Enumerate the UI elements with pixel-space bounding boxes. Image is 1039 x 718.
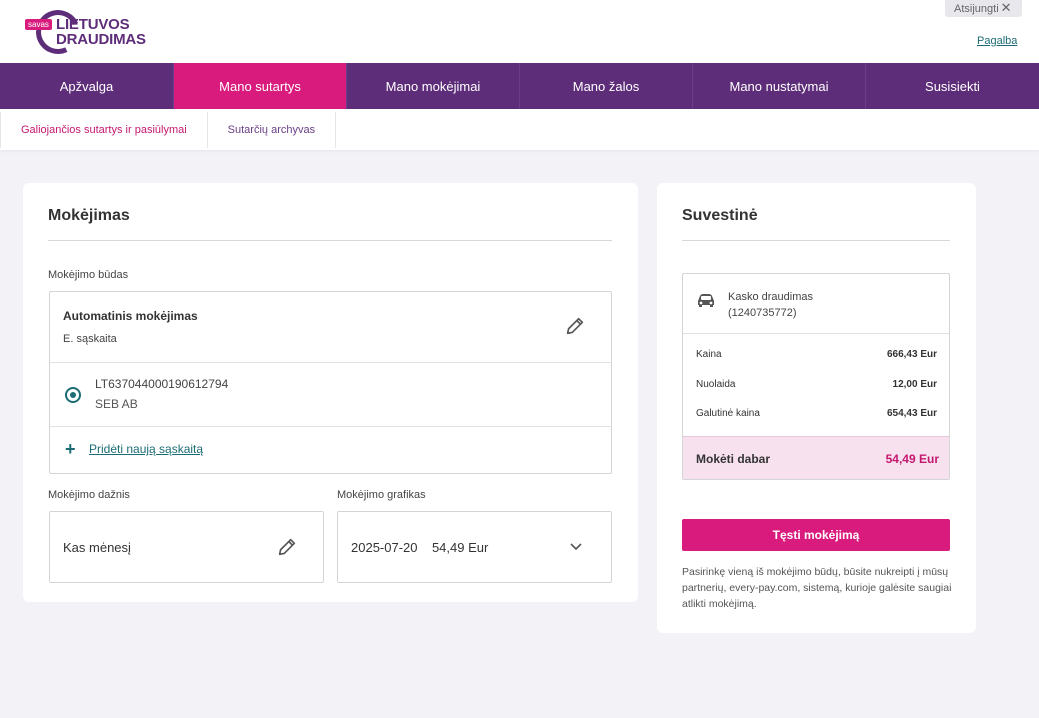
redirect-notice: Pasirinkę vieną iš mokėjimo būdų, būsite… [682,566,952,610]
summary-row-discount: Nuolaida 12,00 Eur [696,379,937,390]
subnav-active-contracts[interactable]: Galiojančios sutartys ir pasiūlymai [0,112,208,148]
row-label: Kaina [696,349,722,360]
schedule-date: 2025-07-20 [351,540,418,555]
close-icon: ✕ [1000,0,1012,15]
frequency-label: Mokėjimo dažnis [48,489,130,501]
nav-item-contracts[interactable]: Mano sutartys [174,63,347,109]
schedule-label: Mokėjimo grafikas [337,489,426,501]
account-iban: LT637044000190612794 [95,377,229,391]
car-icon [698,294,714,307]
logo-line-1: LIETUVOS [56,16,130,33]
payment-title: Mokėjimas [48,207,130,224]
subnav-archive[interactable]: Sutarčių archyvas [208,112,337,148]
chevron-down-icon[interactable] [568,540,584,554]
row-value: 654,43 Eur [886,408,937,419]
summary-box: Kasko draudimas (1240735772) Kaina 666,4… [682,273,950,480]
nav-item-claims[interactable]: Mano žalos [520,63,693,109]
summary-title: Suvestinė [682,207,758,224]
row-label: Galutinė kaina [696,408,760,419]
separator [683,333,949,334]
help-link[interactable]: Pagalba [977,35,1017,47]
schedule-select[interactable]: 2025-07-20 54,49 Eur [337,511,612,583]
divider [48,240,612,241]
account-radio[interactable] [65,387,81,403]
product-number: (1240735772) [728,307,797,319]
row-value: 12,00 Eur [892,379,937,390]
add-account-link[interactable]: Pridėti naują sąskaitą [89,442,203,456]
divider [682,240,950,241]
method-subtitle: E. sąskaita [63,333,117,345]
row-value: 666,43 Eur [886,349,937,360]
nav-item-contact[interactable]: Susisiekti [866,63,1039,109]
row-label: Nuolaida [696,379,736,390]
method-title: Automatinis mokėjimas [63,309,198,323]
logout-label: Atsijungti [954,3,999,15]
edit-frequency-pencil-icon[interactable] [276,536,298,558]
continue-payment-button[interactable]: Tęsti mokėjimą [682,519,950,551]
pay-now-row: Mokėti dabar 54,49 Eur [683,436,949,479]
summary-row-final-price: Galutinė kaina 654,43 Eur [696,408,937,419]
schedule-amount: 54,49 Eur [431,540,489,555]
frequency-value: Kas mėnesį [63,540,131,555]
summary-row-price: Kaina 666,43 Eur [696,349,937,360]
nav-item-payments[interactable]: Mano mokėjimai [347,63,520,109]
payment-card: Mokėjimas Mokėjimo būdas Automatinis mok… [23,183,638,602]
frequency-select[interactable]: Kas mėnesį [49,511,324,583]
payment-method-label: Mokėjimo būdas [48,269,129,281]
schedule-value: 2025-07-20 54,49 Eur [351,540,488,555]
account-bank: SEB AB [95,397,138,411]
sub-nav: Galiojančios sutartys ir pasiūlymai Suta… [0,109,1039,150]
logout-button[interactable]: Atsijungti ✕ [945,0,1022,17]
product-type: Kasko draudimas [728,291,813,303]
product-name: Kasko draudimas (1240735772) [728,289,813,321]
separator [50,362,611,363]
edit-method-pencil-icon[interactable] [564,315,586,337]
nav-item-settings[interactable]: Mano nustatymai [693,63,866,109]
main-nav: Apžvalga Mano sutartys Mano mokėjimai Ma… [0,63,1039,109]
plus-icon[interactable]: + [65,440,76,458]
nav-item-overview[interactable]: Apžvalga [0,63,174,109]
logo[interactable]: savas LIETUVOS DRAUDIMAS [25,3,146,61]
header: savas LIETUVOS DRAUDIMAS Atsijungti ✕ Pag… [0,0,1039,63]
separator [50,426,611,427]
pay-now-value: 54,49 Eur [885,452,939,466]
pay-now-label: Mokėti dabar [696,452,771,466]
summary-card: Suvestinė Kasko draudimas (1240735772) K… [657,183,976,633]
payment-method-box: Automatinis mokėjimas E. sąskaita LT6370… [49,291,612,474]
logo-text: LIETUVOS DRAUDIMAS [56,17,146,47]
logo-line-2: DRAUDIMAS [56,31,146,48]
logo-badge: savas [25,19,52,30]
